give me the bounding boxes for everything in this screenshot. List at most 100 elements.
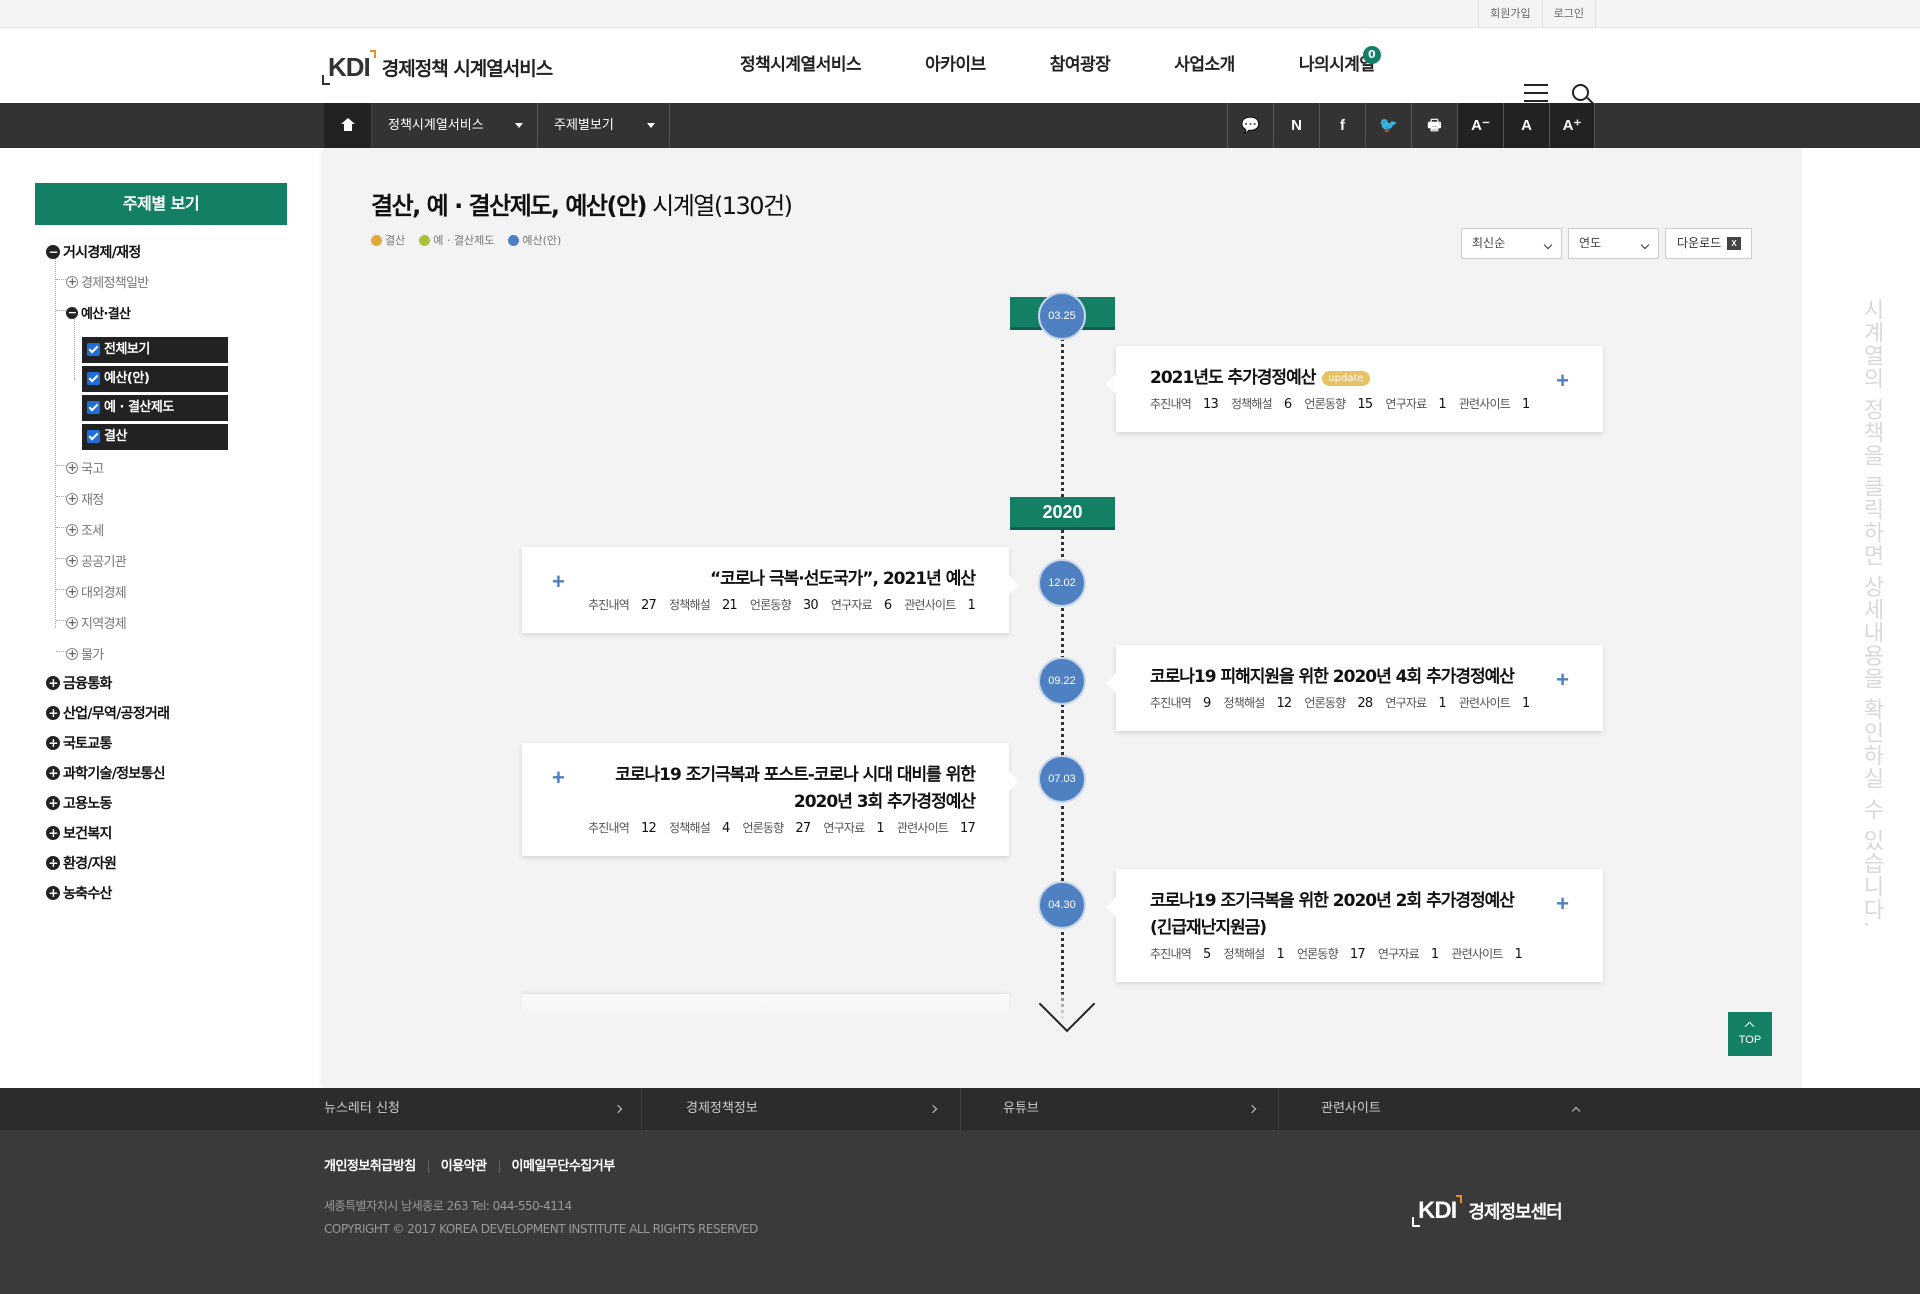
footer-link-policy-info[interactable]: 경제정책정보 <box>686 1088 956 1130</box>
chevron-right-icon <box>928 1104 938 1114</box>
card-title: 코로나19 조기극복과 포스트-코로나 시대 대비를 위한 2020년 3회 추가… <box>615 765 976 812</box>
year-select[interactable]: 연도 <box>1568 228 1659 259</box>
plus-icon: + <box>46 766 60 780</box>
card-stats: 추진내역 13 정책해설 6 언론동향 15 연구자료 1 관련사이트 1 <box>1150 397 1530 412</box>
tree-node-land-transport[interactable]: + 국토교통 <box>46 733 112 753</box>
plus-icon: + <box>66 522 78 536</box>
plus-icon: + <box>66 491 78 505</box>
kakaotalk-share-icon[interactable]: 💬 <box>1227 103 1273 148</box>
expand-plus-icon[interactable]: + <box>552 765 565 791</box>
footer-link-newsletter[interactable]: 뉴스레터 신청 <box>324 1088 641 1130</box>
naver-share-icon[interactable]: N <box>1273 103 1319 148</box>
tree-node-tax[interactable]: + 조세 <box>66 520 104 539</box>
expand-plus-icon[interactable]: + <box>1556 667 1569 693</box>
tree-node-budget-settlement[interactable]: − 예산·결산 <box>66 303 131 322</box>
plus-icon: + <box>46 826 60 840</box>
footer-quicklinks: 뉴스레터 신청 경제정책정보 유튜브 관련사이트 <box>0 1088 1920 1130</box>
expand-plus-icon[interactable]: + <box>1556 368 1569 394</box>
card-stats: 추진내역 5 정책해설 1 언론동향 17 연구자료 1 관련사이트 1 <box>1150 947 1523 962</box>
plus-icon: + <box>46 676 60 690</box>
page-title: 결산, 예 · 결산제도, 예산(안) 시계열(130건) <box>371 192 793 220</box>
tree-node-environment[interactable]: + 환경/자원 <box>46 853 117 873</box>
sort-select[interactable]: 최신순 <box>1461 228 1562 259</box>
checkbox-settlement[interactable]: 결산 <box>82 424 228 450</box>
facebook-share-icon[interactable]: f <box>1319 103 1365 148</box>
logo-title: 경제정책 시계열서비스 <box>381 58 553 80</box>
tree-node-external-economy[interactable]: + 대외경제 <box>66 582 127 601</box>
download-button[interactable]: 다운로드 X <box>1665 228 1752 259</box>
gnb-item-about[interactable]: 사업소개 <box>1174 28 1235 103</box>
plus-icon: + <box>46 856 60 870</box>
date-marker: 04.30 <box>1038 881 1086 929</box>
expand-plus-icon[interactable]: + <box>1556 891 1569 917</box>
gnb-item-participation[interactable]: 참여광장 <box>1050 28 1111 103</box>
privacy-policy-link[interactable]: 개인정보취급방침 <box>324 1160 429 1173</box>
plus-icon: + <box>46 886 60 900</box>
breadcrumb-topic-dropdown[interactable]: 주제별보기 <box>538 103 670 148</box>
tree-node-regional-economy[interactable]: + 지역경제 <box>66 613 127 632</box>
vertical-notice: 시계열의 정책을 클릭하면 상세내용을 확인하실 수 있습니다. <box>1859 298 1884 929</box>
home-icon <box>341 118 355 132</box>
timeline-card[interactable]: “코로나 극복·선도국가”, 2021년 예산 추진내역 27 정책해설 21 언론… <box>522 547 1019 633</box>
terms-link[interactable]: 이용약관 <box>441 1160 500 1173</box>
site-header: KDI 경제정책 시계열서비스 정책시계열서비스 아카이브 참여광장 사업소개 … <box>0 28 1920 105</box>
font-increase-button[interactable]: A⁺ <box>1549 103 1595 148</box>
breadcrumb-timeseries-dropdown[interactable]: 정책시계열서비스 <box>372 103 538 148</box>
tree-node-health-welfare[interactable]: + 보건복지 <box>46 823 112 843</box>
date-marker: 09.22 <box>1038 657 1086 705</box>
plus-icon: + <box>66 615 78 629</box>
login-link[interactable]: 로그인 <box>1541 0 1596 28</box>
legend: 결산 예 · 결산제도 예산(안) <box>371 232 575 248</box>
home-button[interactable] <box>324 103 372 148</box>
email-refusal-link[interactable]: 이메일무단수집거부 <box>512 1160 627 1173</box>
timeline-card[interactable]: 2021년도 추가경정예산 update 추진내역 13 정책해설 6 언론동향 15… <box>1106 346 1603 432</box>
print-icon[interactable]: 🖶 <box>1411 103 1457 148</box>
plus-icon: + <box>46 706 60 720</box>
scroll-top-button[interactable]: TOP <box>1728 1012 1772 1056</box>
timeline-card[interactable]: 코로나19 피해지원을 위한 2020년 4회 추가경정예산 추진내역 9 정책해… <box>1106 645 1603 731</box>
tree-node-science-ict[interactable]: + 과학기술/정보통신 <box>46 763 166 783</box>
tree-node-industry-trade[interactable]: + 산업/무역/공정거래 <box>46 703 170 723</box>
checkbox-budget-system[interactable]: 예 · 결산제도 <box>82 395 228 421</box>
site-logo[interactable]: KDI 경제정책 시계열서비스 <box>322 50 553 85</box>
date-marker: 12.02 <box>1038 559 1086 607</box>
footer-link-related-sites[interactable]: 관련사이트 <box>1321 1088 1599 1130</box>
checked-icon <box>87 372 100 385</box>
tree-node-agriculture[interactable]: + 농축수산 <box>46 883 112 903</box>
footer-link-youtube[interactable]: 유튜브 <box>1003 1088 1275 1130</box>
checkbox-all[interactable]: 전체보기 <box>82 337 228 363</box>
global-nav: 정책시계열서비스 아카이브 참여광장 사업소개 나의시계열 0 <box>740 28 1439 103</box>
font-reset-button[interactable]: A <box>1503 103 1549 148</box>
timeline-card[interactable]: 코로나19 조기극복과 포스트-코로나 시대 대비를 위한 2020년 3회 추가… <box>522 743 1019 856</box>
share-tools: 💬 N f 🐦 🖶 A⁻ A A⁺ <box>1227 103 1595 148</box>
tree-node-prices[interactable]: + 물가 <box>66 644 104 663</box>
sidebar-title: 주제별 보기 <box>35 183 287 225</box>
tree-node-public-institutions[interactable]: + 공공기관 <box>66 551 127 570</box>
legend-item-budget-system: 예 · 결산제도 <box>419 232 494 248</box>
plus-icon: + <box>66 646 78 660</box>
tree-node-employment[interactable]: + 고용노동 <box>46 793 112 813</box>
legend-item-budget-proposal: 예산(안) <box>508 232 561 248</box>
checkbox-budget-proposal[interactable]: 예산(안) <box>82 366 228 392</box>
minus-icon: − <box>66 305 78 319</box>
date-marker: 07.03 <box>1038 755 1086 803</box>
hamburger-menu-icon[interactable] <box>1524 84 1548 102</box>
gnb-item-timeseries[interactable]: 정책시계열서비스 <box>740 28 862 103</box>
twitter-share-icon[interactable]: 🐦 <box>1365 103 1411 148</box>
gnb-item-archive[interactable]: 아카이브 <box>925 28 986 103</box>
chevron-right-icon <box>613 1104 623 1114</box>
tree-node-treasury[interactable]: + 국고 <box>66 458 104 477</box>
font-decrease-button[interactable]: A⁻ <box>1457 103 1503 148</box>
signup-link[interactable]: 회원가입 <box>1478 0 1541 28</box>
tree-node-macro-fiscal[interactable]: − 거시경제/재정 <box>46 242 141 262</box>
location-bar: 정책시계열서비스 주제별보기 💬 N f 🐦 🖶 A⁻ A A⁺ <box>0 103 1920 148</box>
gnb-item-my-timeseries[interactable]: 나의시계열 0 <box>1299 28 1381 103</box>
timeline-content: 결산, 예 · 결산제도, 예산(안) 시계열(130건) 결산 예 · 결산제… <box>322 148 1802 1088</box>
tree-node-economic-policy[interactable]: + 경제정책일반 <box>66 272 149 291</box>
tree-node-finance[interactable]: + 재정 <box>66 489 104 508</box>
utility-bar: 회원가입 로그인 <box>0 0 1920 28</box>
timeline-card[interactable]: 코로나19 조기극복을 위한 2020년 2회 추가경정예산 (긴급재난지원금) … <box>1106 869 1603 982</box>
update-badge: update <box>1322 370 1370 386</box>
expand-plus-icon[interactable]: + <box>552 569 565 595</box>
tree-node-monetary[interactable]: + 금융통화 <box>46 673 112 693</box>
